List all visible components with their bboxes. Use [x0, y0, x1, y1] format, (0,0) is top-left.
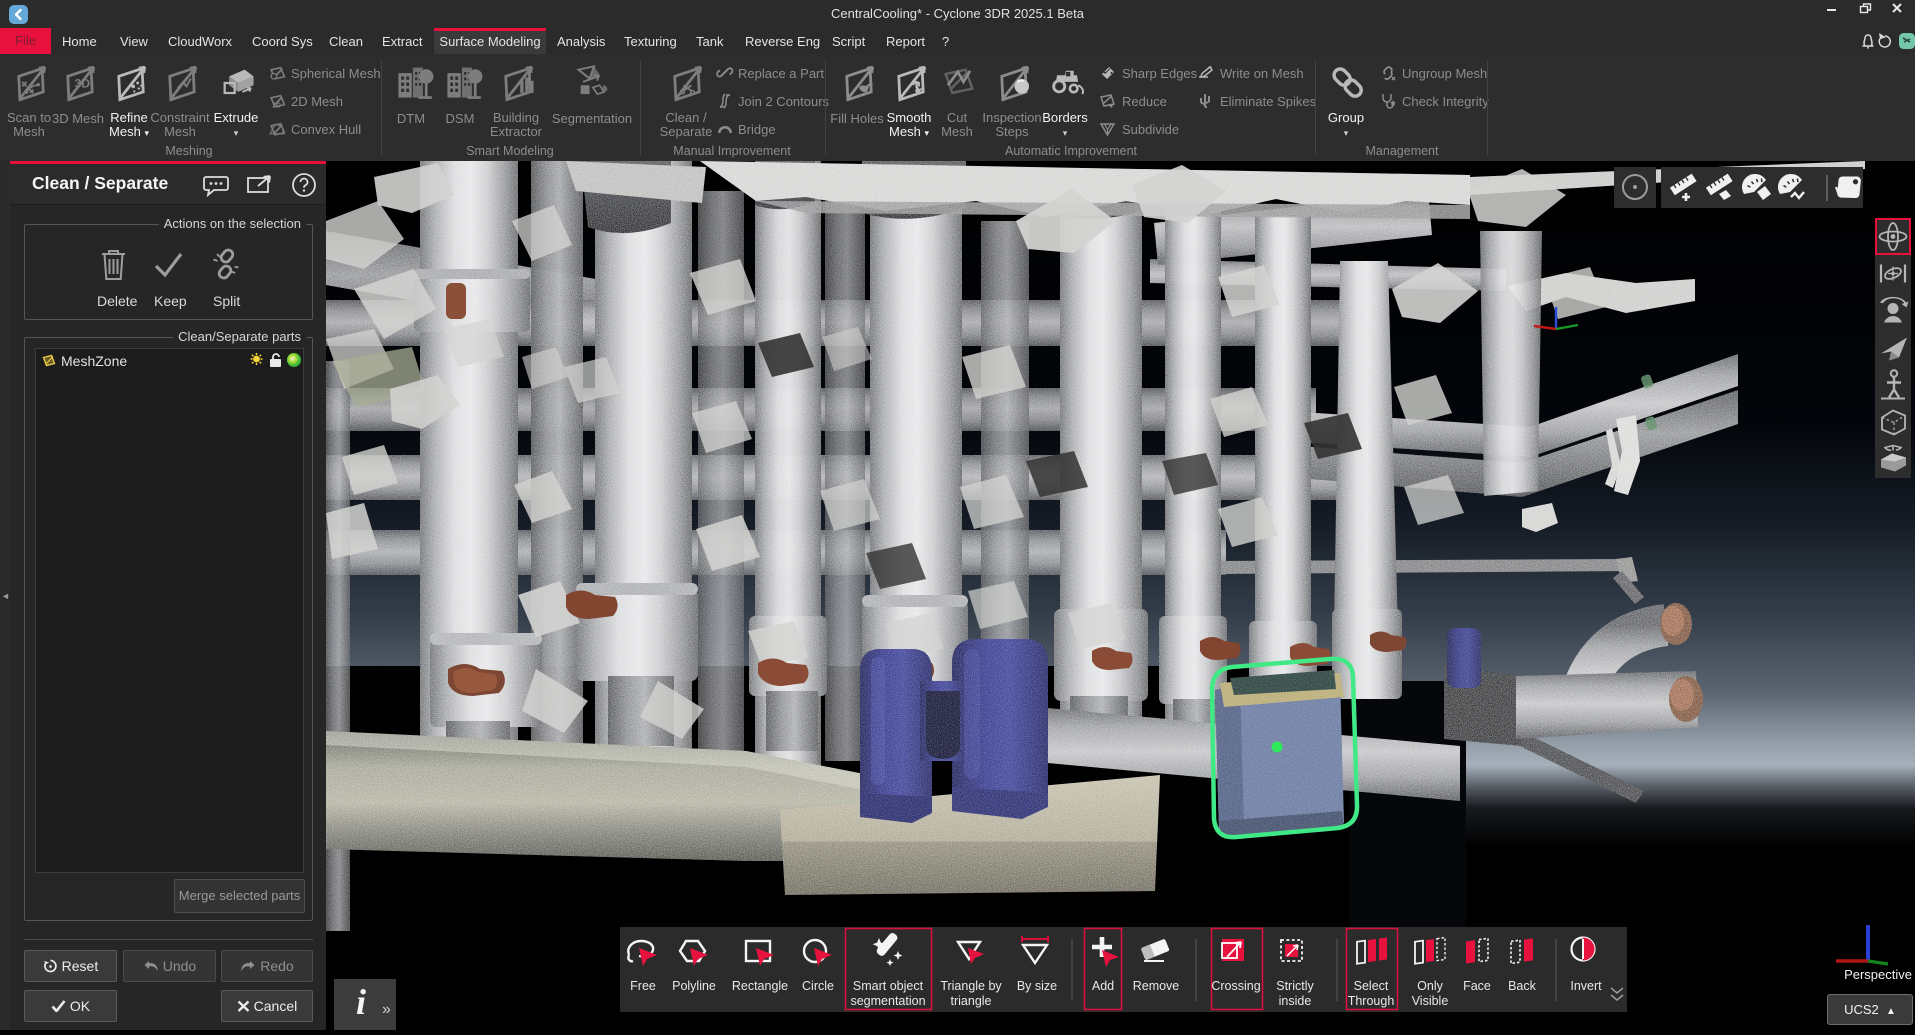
svg-text:Circle: Circle [802, 979, 834, 993]
svg-text:Rectangle: Rectangle [732, 979, 788, 993]
svg-text:By size: By size [1017, 979, 1057, 993]
svg-text:triangle: triangle [951, 994, 992, 1008]
svg-text:Triangle by: Triangle by [940, 979, 1002, 993]
svg-text:Through: Through [1348, 994, 1395, 1008]
svg-text:Add: Add [1092, 979, 1114, 993]
svg-text:Crossing: Crossing [1211, 979, 1260, 993]
svg-text:3D: 3D [74, 76, 90, 90]
svg-text:Visible: Visible [1412, 994, 1449, 1008]
svg-text:Free: Free [630, 979, 656, 993]
svg-text:segmentation: segmentation [850, 994, 925, 1008]
svg-text:Face: Face [1463, 979, 1491, 993]
svg-text:Back: Back [1508, 979, 1537, 993]
svg-text:Invert: Invert [1570, 979, 1602, 993]
svg-text:Strictly: Strictly [1276, 979, 1314, 993]
svg-text:inside: inside [1279, 994, 1312, 1008]
svg-text:Only: Only [1417, 979, 1443, 993]
svg-text:Remove: Remove [1133, 979, 1180, 993]
svg-text:2D: 2D [272, 102, 281, 109]
svg-text:Smart object: Smart object [853, 979, 924, 993]
svg-text:Polyline: Polyline [672, 979, 716, 993]
svg-text:Select: Select [1354, 979, 1389, 993]
